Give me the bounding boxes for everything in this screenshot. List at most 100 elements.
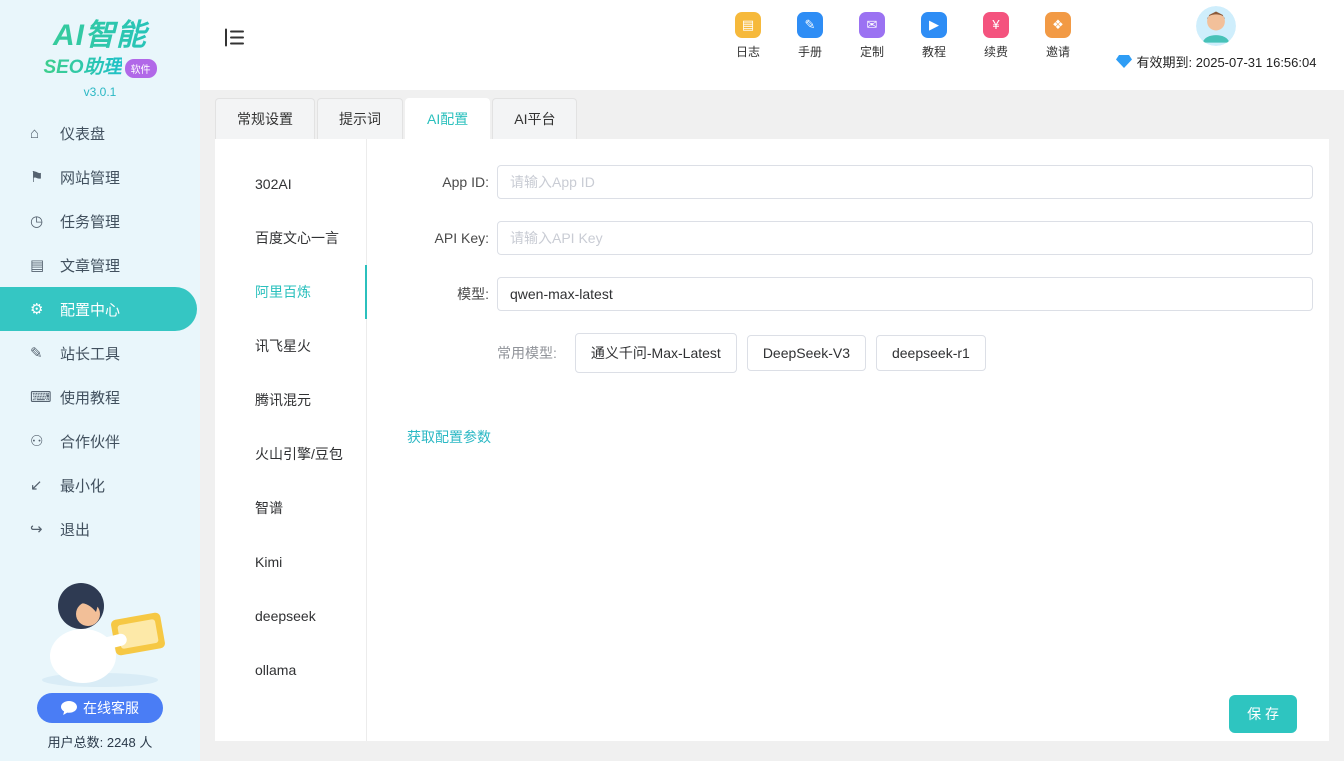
logs-icon: ▤ <box>735 12 761 38</box>
ai-config-panel: 302AI 百度文心一言 阿里百炼 讯飞星火 腾讯混元 火山引擎/豆包 智谱 K… <box>215 139 1329 741</box>
sidebar-item-label: 站长工具 <box>60 343 120 364</box>
api-key-label: API Key: <box>401 230 489 246</box>
quicklink-label: 日志 <box>736 43 760 60</box>
provider-ollama[interactable]: ollama <box>215 643 366 697</box>
app-logo: AI智能 SEO助理软件 v3.0.1 <box>0 0 200 99</box>
provider-config-form: App ID: API Key: 模型: 常用模型: 通义千问-Max-Late… <box>367 139 1329 741</box>
sidebar-item-webmaster-tools[interactable]: ✎ 站长工具 <box>0 331 200 375</box>
online-support-button[interactable]: 在线客服 <box>37 693 163 723</box>
common-models-row: 常用模型: 通义千问-Max-Latest DeepSeek-V3 deepse… <box>401 333 1313 373</box>
provider-tencent-hunyuan[interactable]: 腾讯混元 <box>215 373 366 427</box>
logo-line1: AI智能 <box>0 10 200 54</box>
sidebar-item-logout[interactable]: ↪ 退出 <box>0 507 200 551</box>
app-id-field[interactable] <box>497 165 1313 199</box>
sidebar-item-websites[interactable]: ⚑ 网站管理 <box>0 155 200 199</box>
sidebar-bottom: 在线客服 用户总数: 2248 人 <box>0 572 200 751</box>
gear-icon: ⚙ <box>30 300 54 318</box>
tab-ai-config[interactable]: AI配置 <box>405 98 490 139</box>
quicklink-invite[interactable]: ❖ 邀请 <box>1040 12 1076 60</box>
provider-ali-bailian[interactable]: 阿里百炼 <box>215 265 367 319</box>
tab-bar: 常规设置 提示词 AI配置 AI平台 <box>200 90 1344 139</box>
pen-icon: ✎ <box>30 344 54 362</box>
quicklink-label: 续费 <box>984 43 1008 60</box>
get-config-params-link[interactable]: 获取配置参数 <box>407 427 491 447</box>
model-chip-qwen-max-latest[interactable]: 通义千问-Max-Latest <box>575 333 737 373</box>
sidebar-item-label: 配置中心 <box>60 299 120 320</box>
main-content: 常规设置 提示词 AI配置 AI平台 302AI 百度文心一言 阿里百炼 讯飞星… <box>200 90 1344 761</box>
custom-icon: ✉ <box>859 12 885 38</box>
model-chip-deepseek-v3[interactable]: DeepSeek-V3 <box>747 335 866 371</box>
user-total-count: 用户总数: 2248 人 <box>0 732 200 751</box>
logout-icon: ↪ <box>30 520 54 538</box>
quicklink-tutorial[interactable]: ▶ 教程 <box>916 12 952 60</box>
avatar[interactable] <box>1196 6 1236 46</box>
partners-icon: ⚇ <box>30 432 54 450</box>
sidebar-item-label: 使用教程 <box>60 387 120 408</box>
model-label: 模型: <box>401 284 489 304</box>
sidebar-item-config-center[interactable]: ⚙ 配置中心 <box>0 287 197 331</box>
header-right: ▤ 日志 ✎ 手册 ✉ 定制 ▶ 教程 ¥ 续费 ❖ 邀请 <box>730 12 1330 71</box>
tutorial-play-icon: ▶ <box>921 12 947 38</box>
provider-list: 302AI 百度文心一言 阿里百炼 讯飞星火 腾讯混元 火山引擎/豆包 智谱 K… <box>215 139 367 741</box>
app-id-label: App ID: <box>401 174 489 190</box>
sidebar-item-label: 文章管理 <box>60 255 120 276</box>
sidebar: AI智能 SEO助理软件 v3.0.1 ⌂ 仪表盘 ⚑ 网站管理 ◷ 任务管理 … <box>0 0 200 761</box>
quicklink-label: 手册 <box>798 43 822 60</box>
sidebar-item-partners[interactable]: ⚇ 合作伙伴 <box>0 419 200 463</box>
sidebar-item-label: 仪表盘 <box>60 123 105 144</box>
quicklink-label: 定制 <box>860 43 884 60</box>
collapse-sidebar-icon[interactable] <box>224 28 245 50</box>
sidebar-item-label: 最小化 <box>60 475 105 496</box>
provider-kimi[interactable]: Kimi <box>215 535 366 589</box>
model-chip-deepseek-r1[interactable]: deepseek-r1 <box>876 335 986 371</box>
invite-icon: ❖ <box>1045 12 1071 38</box>
vip-diamond-icon <box>1116 55 1132 68</box>
tab-prompts[interactable]: 提示词 <box>317 98 403 139</box>
provider-xunfei-spark[interactable]: 讯飞星火 <box>215 319 366 373</box>
api-key-field[interactable] <box>497 221 1313 255</box>
website-flag-icon: ⚑ <box>30 168 54 186</box>
provider-volcano-doubao[interactable]: 火山引擎/豆包 <box>215 427 366 481</box>
app-window: AI智能 SEO助理软件 v3.0.1 ⌂ 仪表盘 ⚑ 网站管理 ◷ 任务管理 … <box>0 0 1344 761</box>
chat-bubble-icon <box>61 701 77 715</box>
quicklink-manual[interactable]: ✎ 手册 <box>792 12 828 60</box>
app-version: v3.0.1 <box>0 85 200 99</box>
top-header: ▤ 日志 ✎ 手册 ✉ 定制 ▶ 教程 ¥ 续费 ❖ 邀请 <box>200 0 1344 90</box>
validity-text: 有效期到: 2025-07-31 16:56:04 <box>1137 52 1317 71</box>
save-button[interactable]: 保 存 <box>1229 695 1297 733</box>
sidebar-item-tasks[interactable]: ◷ 任务管理 <box>0 199 200 243</box>
sidebar-item-label: 任务管理 <box>60 211 120 232</box>
sidebar-item-articles[interactable]: ▤ 文章管理 <box>0 243 200 287</box>
support-illustration <box>0 572 200 693</box>
tab-general-settings[interactable]: 常规设置 <box>215 98 315 139</box>
sidebar-item-tutorial[interactable]: ⌨ 使用教程 <box>0 375 200 419</box>
minimize-icon: ↙ <box>30 476 54 494</box>
sidebar-item-label: 退出 <box>60 519 90 540</box>
tab-ai-platform[interactable]: AI平台 <box>492 98 577 139</box>
monitor-icon: ⌨ <box>30 388 54 406</box>
quicklink-logs[interactable]: ▤ 日志 <box>730 12 766 60</box>
sidebar-item-dashboard[interactable]: ⌂ 仪表盘 <box>0 111 200 155</box>
logo-line2: SEO助理 <box>43 52 121 79</box>
provider-302ai[interactable]: 302AI <box>215 157 366 211</box>
license-validity: 有效期到: 2025-07-31 16:56:04 <box>1116 52 1317 71</box>
provider-baidu-wenxin[interactable]: 百度文心一言 <box>215 211 366 265</box>
provider-zhipu[interactable]: 智谱 <box>215 481 366 535</box>
user-block: 有效期到: 2025-07-31 16:56:04 <box>1102 6 1330 71</box>
online-support-label: 在线客服 <box>83 698 139 718</box>
quicklink-label: 邀请 <box>1046 43 1070 60</box>
dashboard-icon: ⌂ <box>30 125 54 142</box>
sidebar-item-label: 合作伙伴 <box>60 431 120 452</box>
quicklink-renew[interactable]: ¥ 续费 <box>978 12 1014 60</box>
provider-deepseek[interactable]: deepseek <box>215 589 366 643</box>
document-icon: ▤ <box>30 256 54 274</box>
sidebar-item-label: 网站管理 <box>60 167 120 188</box>
logo-badge: 软件 <box>125 59 157 78</box>
clock-icon: ◷ <box>30 212 54 230</box>
model-field[interactable] <box>497 277 1313 311</box>
sidebar-item-minimize[interactable]: ↙ 最小化 <box>0 463 200 507</box>
common-models-label: 常用模型: <box>497 343 557 363</box>
quicklink-custom[interactable]: ✉ 定制 <box>854 12 890 60</box>
renew-icon: ¥ <box>983 12 1009 38</box>
quicklink-label: 教程 <box>922 43 946 60</box>
